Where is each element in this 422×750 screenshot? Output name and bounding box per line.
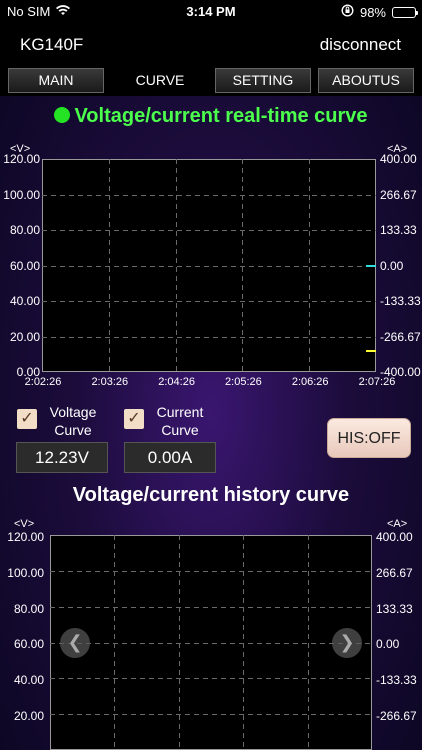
- y-tick-left: 100.00: [7, 565, 44, 580]
- history-left-unit: <V>: [14, 518, 35, 530]
- y-tick-right: -266.67: [380, 329, 421, 344]
- history-prev-button[interactable]: ❮: [60, 628, 90, 658]
- y-tick-left: 80.00: [13, 601, 44, 616]
- device-title: KG140F: [20, 35, 84, 54]
- realtime-title-text: Voltage/current real-time curve: [74, 105, 368, 127]
- nav-bar: KG140F disconnect: [0, 22, 422, 64]
- y-tick-left: 40.00: [9, 294, 40, 308]
- history-grid: [50, 535, 372, 750]
- status-right: 98%: [341, 4, 418, 20]
- current-curve-checkbox[interactable]: ✓: [124, 409, 144, 429]
- y-tick-left: 20.00: [9, 329, 40, 344]
- current-label-line1: Current: [156, 404, 204, 420]
- y-tick-right: 400.00: [376, 530, 413, 544]
- tab-curve[interactable]: CURVE: [112, 68, 208, 93]
- realtime-title: Voltage/current real-time curve: [0, 105, 422, 128]
- status-bar: No SIM 3:14 PM 98%: [0, 0, 422, 22]
- y-tick-left: 80.00: [9, 223, 40, 237]
- current-label-line2: Curve: [161, 422, 199, 438]
- y-tick-right: 0.00: [376, 637, 400, 652]
- plot-border: [42, 159, 376, 372]
- tab-main[interactable]: MAIN: [8, 68, 104, 93]
- history-right-unit: <A>: [387, 518, 408, 530]
- x-tick: 2:05:26: [225, 376, 262, 388]
- x-tick: 2:06:26: [291, 376, 329, 388]
- y-tick-left: 100.00: [3, 187, 40, 202]
- history-next-button[interactable]: ❯: [332, 628, 362, 658]
- orientation-lock-icon: [341, 4, 354, 20]
- history-title: Voltage/current history curve: [72, 484, 350, 506]
- battery-percent: 98%: [359, 4, 386, 20]
- y-tick-right: 266.67: [376, 565, 413, 580]
- voltage-label-line2: Curve: [54, 422, 92, 438]
- tab-setting[interactable]: SETTING: [215, 68, 311, 93]
- history-toggle-button[interactable]: HIS:OFF: [327, 418, 411, 458]
- current-curve-label: Current Curve: [149, 403, 211, 439]
- status-dot-icon: [54, 107, 71, 123]
- y-tick-right: 266.67: [380, 187, 417, 202]
- tab-bar: MAIN CURVE SETTING ABOUTUS: [0, 64, 422, 96]
- voltage-curve-label: Voltage Curve: [42, 403, 104, 439]
- realtime-grid: [42, 159, 376, 372]
- plot-border: [50, 535, 372, 750]
- y-tick-left: 40.00: [13, 673, 44, 688]
- y-tick-right: 400.00: [380, 152, 417, 166]
- y-tick-left: 60.00: [13, 637, 44, 652]
- history-plot[interactable]: [50, 535, 372, 750]
- y-tick-right: 0.00: [380, 258, 404, 273]
- disconnect-button[interactable]: disconnect: [320, 35, 401, 55]
- x-tick: 2:02:26: [24, 376, 62, 388]
- y-tick-left: 120.00: [3, 152, 40, 166]
- y-tick-left: 120.00: [7, 530, 44, 544]
- y-tick-right: 133.33: [380, 223, 417, 237]
- current-readout: 0.00A: [124, 442, 216, 473]
- x-tick: 2:03:26: [91, 376, 129, 388]
- y-tick-right: -133.33: [376, 673, 417, 688]
- voltage-label-line1: Voltage: [49, 404, 97, 420]
- voltage-readout: 12.23V: [16, 442, 108, 473]
- battery-charging-icon: [392, 6, 418, 18]
- tab-aboutus[interactable]: ABOUTUS: [318, 68, 414, 93]
- y-tick-right: -133.33: [380, 294, 421, 308]
- y-tick-right: 133.33: [376, 601, 413, 616]
- y-tick-left: 20.00: [13, 709, 44, 723]
- x-tick: 2:04:26: [158, 376, 195, 388]
- voltage-curve-checkbox[interactable]: ✓: [17, 409, 37, 429]
- realtime-plot[interactable]: [42, 159, 376, 372]
- x-tick: 2:07:26: [358, 376, 396, 388]
- y-tick-left: 60.00: [9, 258, 40, 273]
- y-tick-right: -266.67: [376, 709, 417, 723]
